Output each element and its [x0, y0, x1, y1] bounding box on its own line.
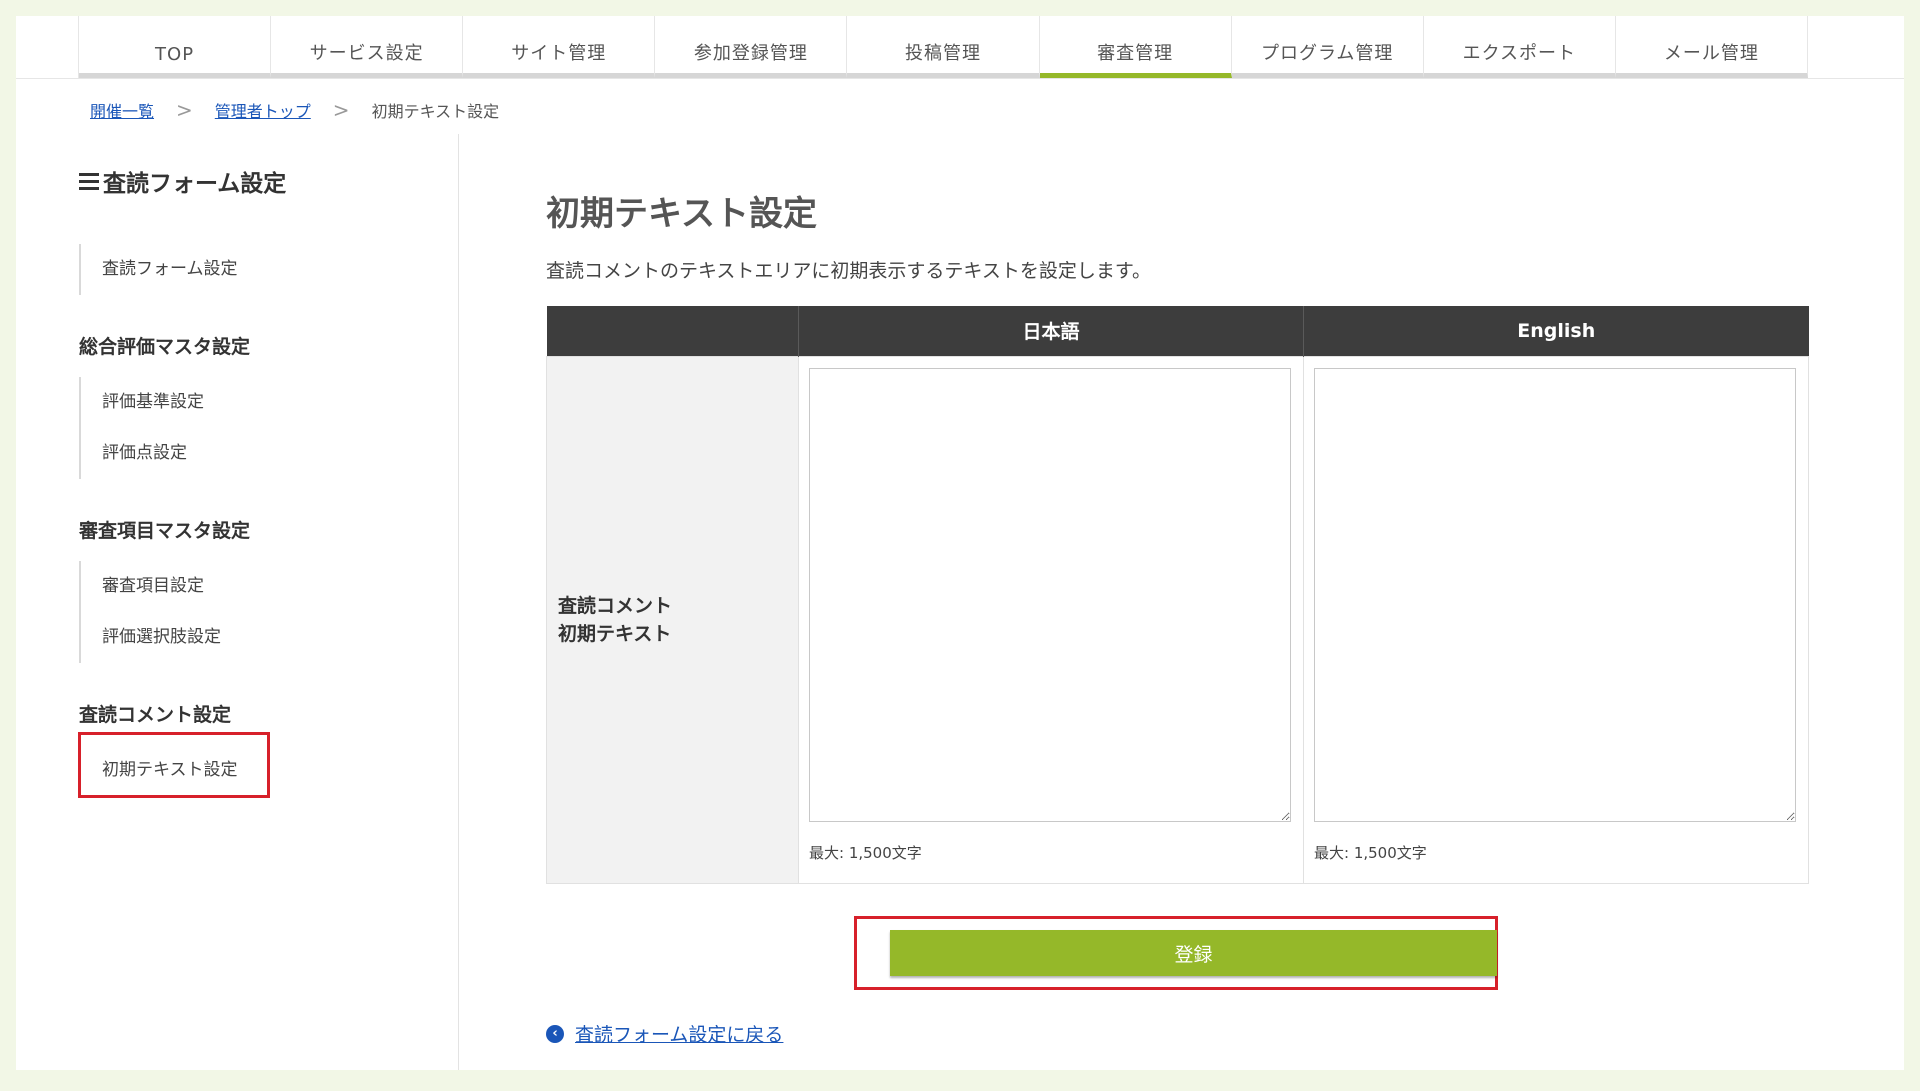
row-label: 査読コメント 初期テキスト	[546, 355, 799, 884]
sidebar-item-review-form-settings[interactable]: 査読フォーム設定	[81, 244, 238, 295]
sidebar-item-eval-options[interactable]: 評価選択肢設定	[81, 612, 250, 663]
page: TOP サービス設定 サイト管理 参加登録管理 投稿管理 審査管理 プログラム管…	[16, 16, 1904, 1070]
sidebar-list: 審査項目設定 評価選択肢設定	[79, 561, 250, 663]
sidebar-heading: 審査項目マスタ設定	[79, 520, 251, 542]
breadcrumb-link-event-list[interactable]: 開催一覧	[90, 98, 154, 122]
table-header-japanese: 日本語	[798, 306, 1304, 356]
sidebar-item-eval-criteria[interactable]: 評価基準設定	[81, 377, 250, 428]
settings-table: 日本語 English 査読コメント 初期テキスト 最大: 1,500文字 最大…	[546, 306, 1809, 884]
sidebar-title-text: 査読フォーム設定	[103, 171, 287, 197]
nav-item-submission-management[interactable]: 投稿管理	[847, 16, 1040, 78]
sidebar-group-review-items: 審査項目マスタ設定 審査項目設定 評価選択肢設定	[79, 516, 250, 663]
chevron-right-icon: >	[176, 98, 193, 122]
row-label-line2: 初期テキスト	[558, 622, 672, 645]
nav-item-service-settings[interactable]: サービス設定	[271, 16, 464, 78]
sidebar-heading: 総合評価マスタ設定	[79, 336, 251, 358]
page-title: 初期テキスト設定	[546, 194, 817, 234]
sidebar-group-overall-eval: 総合評価マスタ設定 評価基準設定 評価点設定	[79, 332, 250, 479]
english-initial-text-textarea[interactable]	[1314, 367, 1796, 822]
sidebar-item-eval-points[interactable]: 評価点設定	[81, 428, 250, 479]
nav-item-export[interactable]: エクスポート	[1423, 16, 1616, 78]
english-cell: 最大: 1,500文字	[1303, 355, 1809, 884]
sidebar-heading: 査読コメント設定	[79, 704, 232, 726]
breadcrumb: 開催一覧 > 管理者トップ > 初期テキスト設定	[90, 98, 499, 122]
sidebar-divider	[458, 134, 459, 1070]
sidebar-title: 査読フォーム設定	[79, 164, 439, 198]
nav-item-top[interactable]: TOP	[79, 16, 272, 78]
table-header-empty	[546, 306, 799, 356]
back-to-review-form-link[interactable]: 査読フォーム設定に戻る	[575, 1020, 783, 1047]
sidebar-list: 査読フォーム設定	[79, 244, 238, 295]
menu-icon	[79, 169, 99, 194]
japanese-max-note: 最大: 1,500文字	[809, 843, 922, 862]
breadcrumb-current: 初期テキスト設定	[371, 102, 500, 121]
page-description: 査読コメントのテキストエリアに初期表示するテキストを設定します。	[546, 260, 1151, 282]
nav-item-site-management[interactable]: サイト管理	[463, 16, 656, 78]
register-button[interactable]: 登録	[890, 930, 1497, 976]
highlight-box-sidebar	[78, 732, 270, 798]
arrow-left-circle-icon[interactable]: ‹	[546, 1024, 564, 1043]
nav-item-mail-management[interactable]: メール管理	[1615, 16, 1808, 78]
nav-item-registration-management[interactable]: 参加登録管理	[655, 16, 848, 78]
chevron-right-icon: >	[332, 98, 350, 122]
top-nav: TOP サービス設定 サイト管理 参加登録管理 投稿管理 審査管理 プログラム管…	[78, 16, 1808, 78]
english-max-note: 最大: 1,500文字	[1314, 843, 1427, 862]
row-label-line1: 査読コメント	[558, 594, 673, 617]
breadcrumb-link-admin-top[interactable]: 管理者トップ	[215, 98, 311, 122]
sidebar-list: 評価基準設定 評価点設定	[79, 377, 250, 479]
back-link-row: ‹ 査読フォーム設定に戻る	[546, 1020, 783, 1047]
sidebar-group-form: 査読フォーム設定	[79, 244, 238, 295]
japanese-initial-text-textarea[interactable]	[809, 367, 1291, 822]
nav-item-program-management[interactable]: プログラム管理	[1231, 16, 1424, 78]
nav-item-review-management[interactable]: 審査管理	[1039, 16, 1232, 78]
japanese-cell: 最大: 1,500文字	[798, 355, 1304, 884]
table-row: 査読コメント 初期テキスト 最大: 1,500文字 最大: 1,500文字	[546, 355, 1809, 884]
table-header-english: English	[1303, 306, 1809, 356]
nav-divider	[16, 78, 1904, 79]
sidebar-item-review-items[interactable]: 審査項目設定	[81, 561, 250, 612]
sidebar: 査読フォーム設定 査読フォーム設定 総合評価マスタ設定 評価基準設定 評価点設定…	[79, 164, 439, 780]
